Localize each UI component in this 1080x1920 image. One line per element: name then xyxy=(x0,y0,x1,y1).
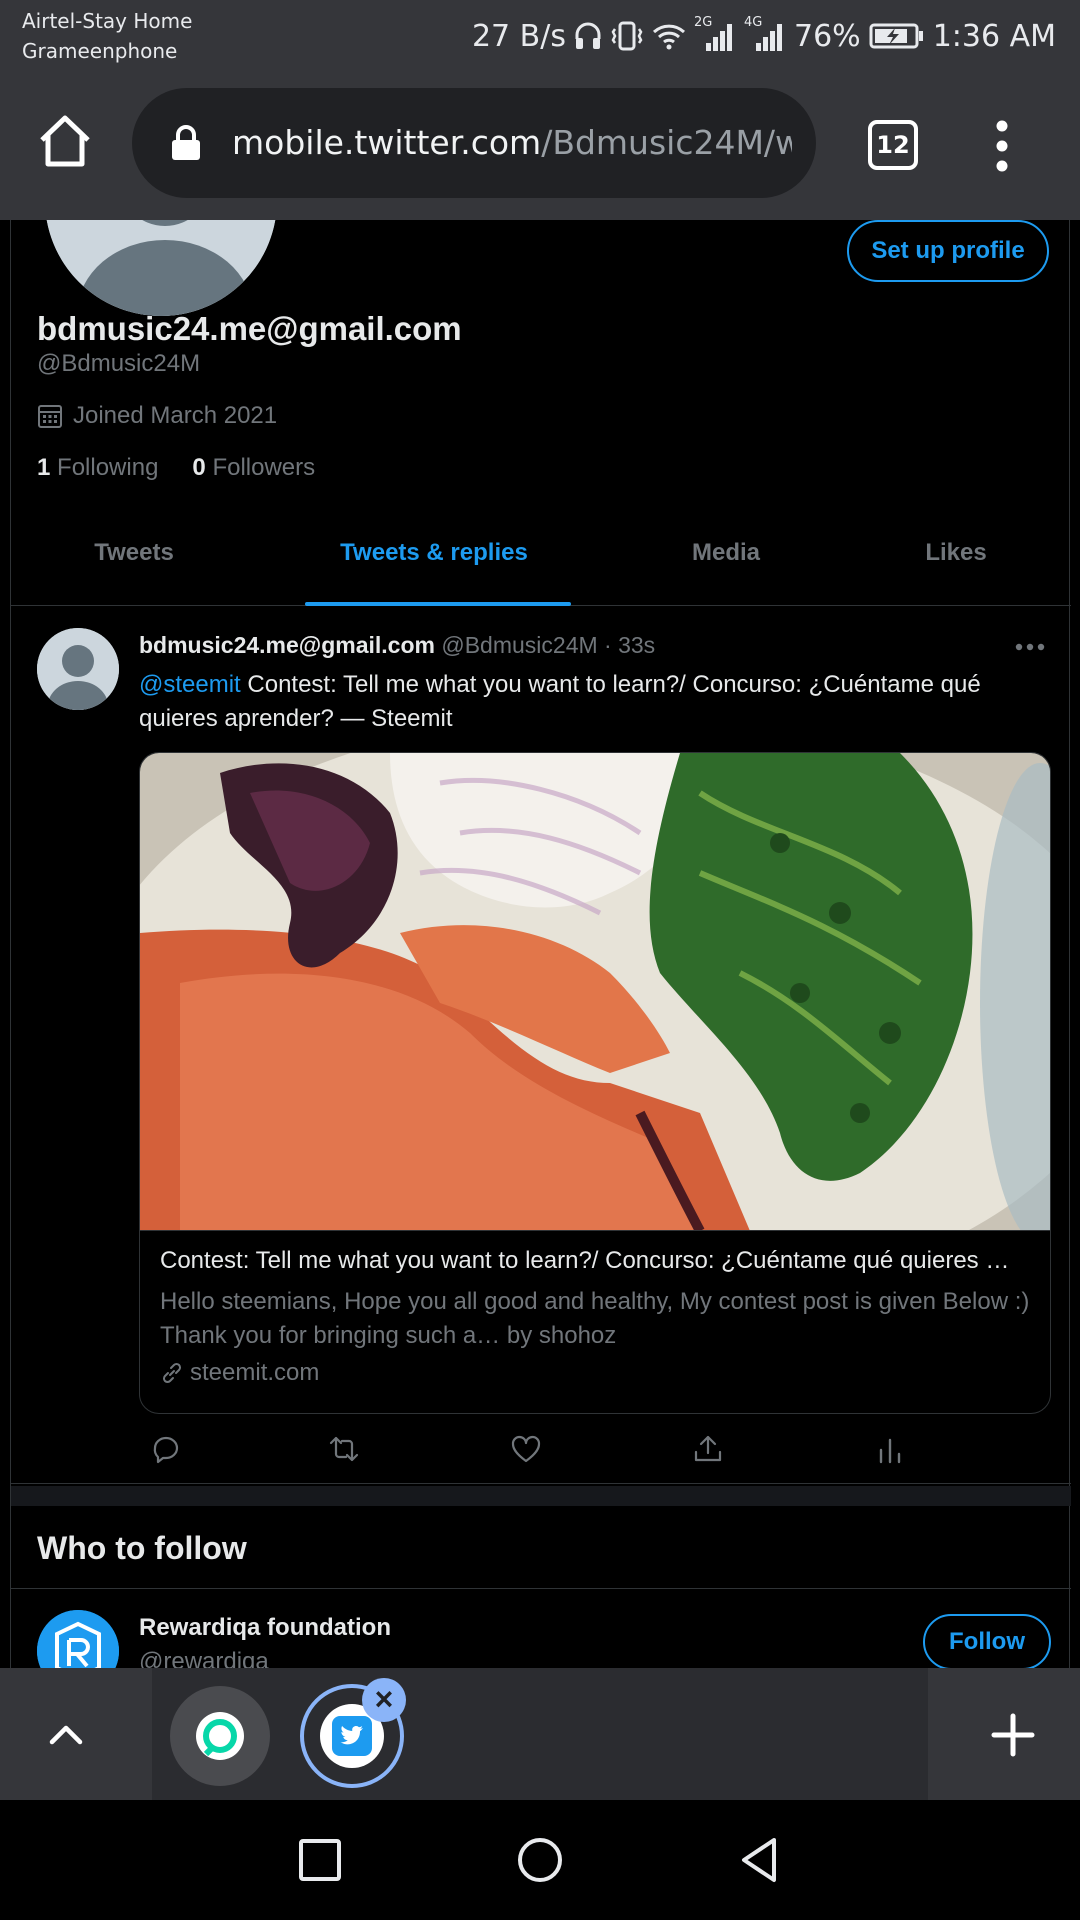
tab-media[interactable]: Media xyxy=(611,520,841,606)
tweet-actions xyxy=(139,1434,939,1468)
following-label: Following xyxy=(57,454,159,481)
close-tab-icon[interactable]: × xyxy=(362,1678,406,1722)
calendar-icon xyxy=(38,405,62,428)
link-card[interactable]: Contest: Tell me what you want to learn?… xyxy=(139,752,1051,1414)
card-title: Contest: Tell me what you want to learn?… xyxy=(160,1247,1010,1274)
tab-thumbnail-steemit[interactable] xyxy=(170,1686,270,1786)
link-icon xyxy=(162,1362,182,1384)
wifi-icon xyxy=(652,22,686,50)
section-separator xyxy=(11,1486,1071,1506)
vibrate-icon xyxy=(610,20,644,52)
more-vert-icon xyxy=(996,120,1008,172)
plus-icon[interactable] xyxy=(990,1712,1036,1758)
share-icon[interactable] xyxy=(693,1434,723,1464)
screen: Airtel-Stay Home Grameenphone 27 B/s 2G … xyxy=(0,0,1080,1920)
back-icon[interactable] xyxy=(736,1836,784,1884)
follow-button[interactable]: Follow xyxy=(923,1614,1051,1668)
tab-tweets-and-replies[interactable]: Tweets & replies xyxy=(257,520,611,606)
headphones-icon xyxy=(574,21,602,51)
browser-toolbar: mobile.twitter.com/Bdmusic24M/with_repli… xyxy=(0,72,1080,220)
suggested-user-handle: @rewardiqa xyxy=(139,1648,269,1668)
system-nav-bar xyxy=(0,1800,1080,1920)
twitter-icon xyxy=(332,1716,372,1756)
card-image xyxy=(140,753,1050,1231)
rewardiqa-logo xyxy=(37,1610,119,1668)
lock-icon xyxy=(172,125,200,160)
suggested-user-name[interactable]: Rewardiqa foundation xyxy=(139,1614,391,1642)
url-domain: mobile.twitter.com xyxy=(232,123,542,162)
home-button[interactable] xyxy=(36,112,94,170)
tab-likes[interactable]: Likes xyxy=(841,520,1071,606)
tweet-avatar[interactable] xyxy=(37,628,119,710)
url-bar[interactable]: mobile.twitter.com/Bdmusic24M/with_repli… xyxy=(132,88,816,198)
tweet-body: Contest: Tell me what you want to learn?… xyxy=(139,671,981,732)
card-domain-text: steemit.com xyxy=(190,1359,320,1386)
analytics-icon[interactable] xyxy=(875,1434,905,1464)
carrier-info: Airtel-Stay Home Grameenphone xyxy=(22,6,192,66)
default-avatar-icon xyxy=(37,628,119,710)
tweet-header: bdmusic24.me@gmail.com @Bdmusic24M · 33s xyxy=(139,632,655,659)
recents-icon[interactable] xyxy=(296,1836,344,1884)
tweet[interactable]: bdmusic24.me@gmail.com @Bdmusic24M · 33s… xyxy=(11,608,1071,1484)
profile-column: Set up profile bdmusic24.me@gmail.com @B… xyxy=(10,220,1071,1668)
battery-percent: 76% xyxy=(794,18,861,54)
status-bar: Airtel-Stay Home Grameenphone 27 B/s 2G … xyxy=(0,0,1080,72)
salad-photo xyxy=(140,753,1050,1230)
signal-2g-icon: 2G xyxy=(694,15,736,53)
tweet-text: @steemit Contest: Tell me what you want … xyxy=(139,668,1039,736)
profile-display-name: bdmusic24.me@gmail.com xyxy=(37,310,462,347)
more-horiz-icon[interactable] xyxy=(1015,642,1045,652)
profile-handle: @Bdmusic24M xyxy=(37,350,201,377)
tab-tweets[interactable]: Tweets xyxy=(11,520,257,606)
following-link[interactable]: 1 Following xyxy=(37,454,158,482)
setup-profile-button[interactable]: Set up profile xyxy=(847,220,1049,282)
profile-tabs: Tweets Tweets & replies Media Likes xyxy=(11,520,1071,606)
tweet-mention[interactable]: @steemit xyxy=(139,671,241,698)
profile-avatar[interactable] xyxy=(41,220,281,320)
who-to-follow-title: Who to follow xyxy=(37,1530,247,1566)
overflow-menu-button[interactable] xyxy=(986,116,1018,176)
following-count: 1 xyxy=(37,454,51,481)
chevron-up-icon[interactable] xyxy=(44,1712,88,1756)
steemit-icon xyxy=(196,1712,244,1760)
followers-count: 0 xyxy=(192,454,206,481)
status-icons: 27 B/s 2G 4G 76% 1:36 AM xyxy=(472,14,1056,58)
home-circle-icon[interactable] xyxy=(516,1836,564,1884)
tweet-author-name[interactable]: bdmusic24.me@gmail.com xyxy=(139,632,435,658)
tab-switcher-button[interactable]: 12 xyxy=(868,120,918,170)
home-icon xyxy=(40,115,90,167)
card-description: Hello steemians, Hope you all good and h… xyxy=(160,1288,1030,1349)
card-domain: steemit.com xyxy=(160,1359,319,1387)
followers-label: Followers xyxy=(212,454,316,481)
tweet-meta: @Bdmusic24M · 33s xyxy=(441,632,656,658)
followers-link[interactable]: 0 Followers xyxy=(192,454,315,482)
signal-4g-icon: 4G xyxy=(744,15,786,53)
suggested-user-avatar[interactable] xyxy=(37,1610,119,1668)
net-speed: 27 B/s xyxy=(471,18,566,54)
retweet-icon[interactable] xyxy=(329,1434,359,1464)
url-path: /Bdmusic24M/with_replies xyxy=(541,123,792,162)
twitter-page: Set up profile bdmusic24.me@gmail.com @B… xyxy=(0,220,1080,1668)
like-icon[interactable] xyxy=(511,1434,541,1464)
tab-strip: × xyxy=(0,1668,1080,1800)
divider xyxy=(11,1588,1071,1589)
reply-icon[interactable] xyxy=(151,1434,181,1464)
joined-label: Joined March 2021 xyxy=(73,402,278,429)
url-text[interactable]: mobile.twitter.com/Bdmusic24M/with_repli… xyxy=(232,118,792,168)
follow-stats: 1 Following 0 Followers xyxy=(37,454,315,482)
carrier-line-2: Grameenphone xyxy=(22,39,178,63)
carrier-line-1: Airtel-Stay Home xyxy=(22,9,193,33)
clock: 1:36 AM xyxy=(932,18,1056,54)
default-avatar-icon xyxy=(45,220,277,316)
battery-icon xyxy=(869,22,925,50)
joined-date: Joined March 2021 xyxy=(37,402,277,430)
